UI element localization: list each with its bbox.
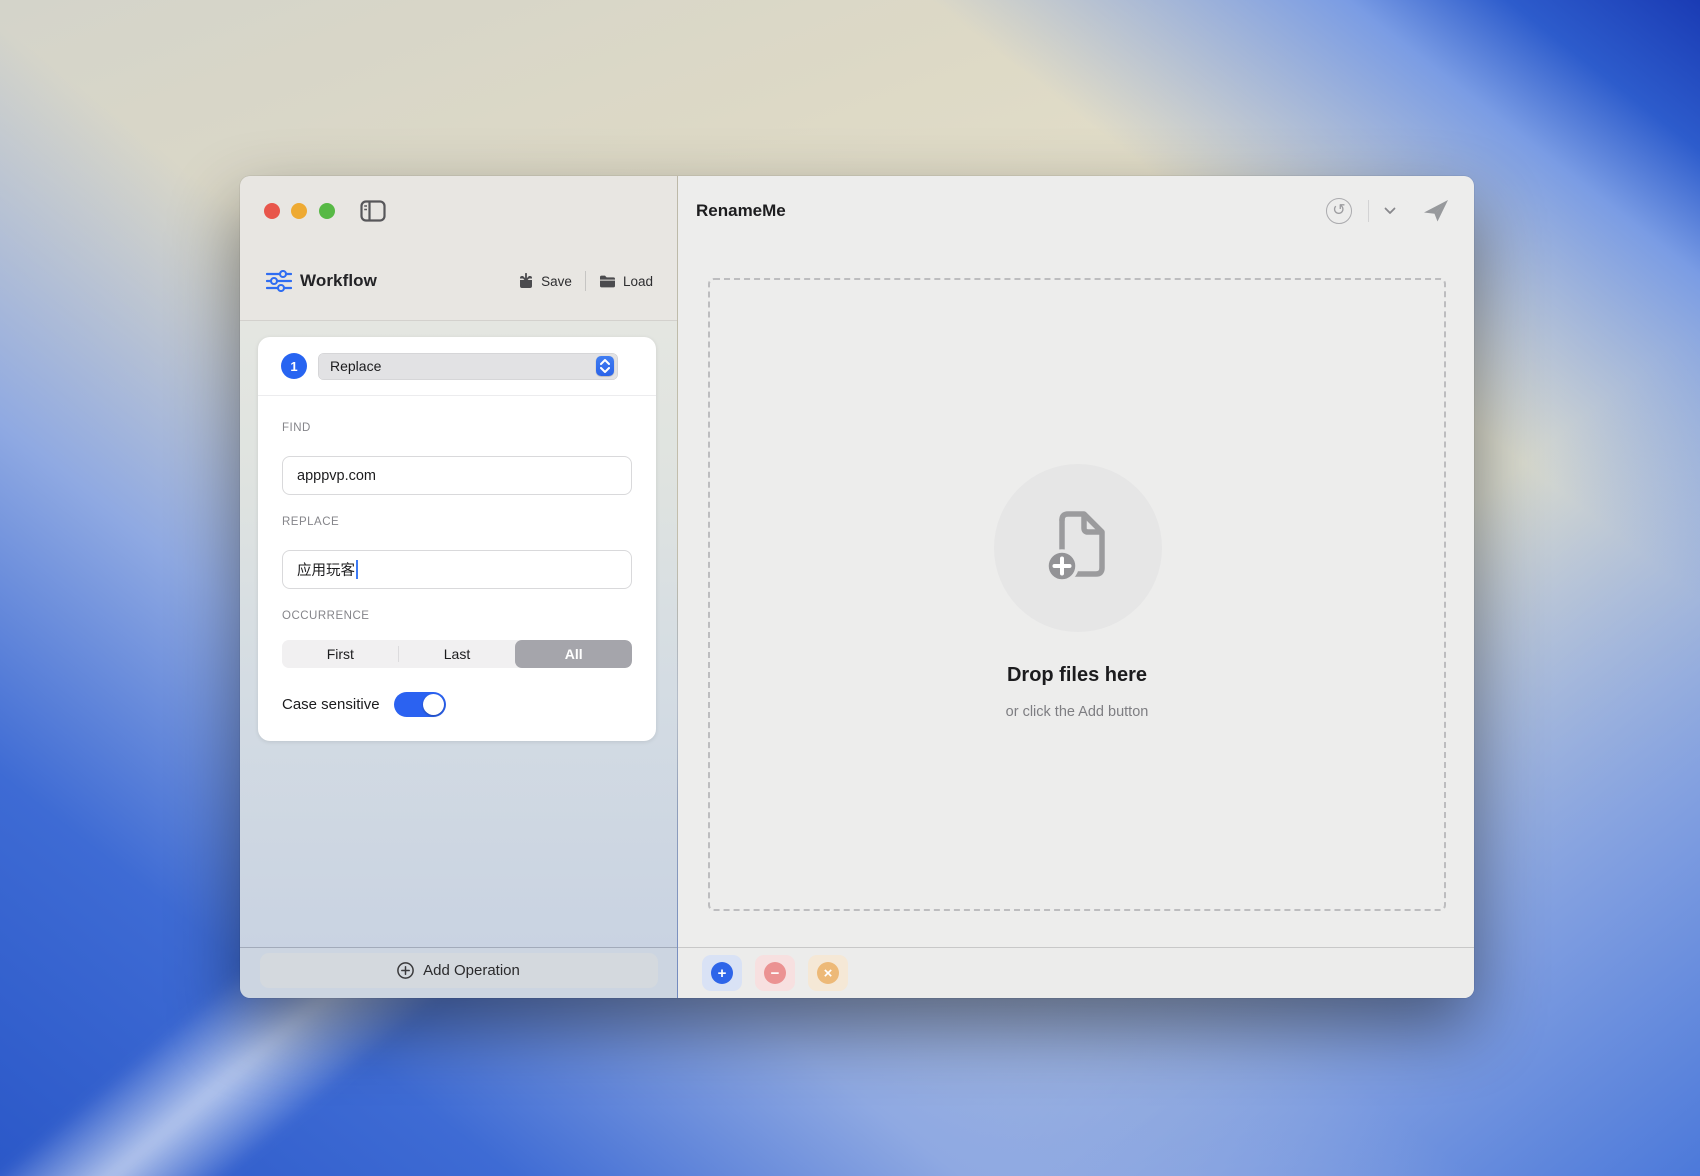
undo-button[interactable]: ↺: [1326, 198, 1352, 224]
chevron-down-icon: [1384, 207, 1396, 214]
case-sensitive-row: Case sensitive: [282, 692, 632, 717]
cross-icon: ×: [817, 962, 839, 984]
workflow-header: Workflow: [266, 270, 377, 292]
operation-card-body: FIND apppvp.com REPLACE 应用玩客 OCCURRENCE …: [258, 422, 656, 717]
case-sensitive-toggle[interactable]: [393, 692, 446, 717]
occurrence-option-last[interactable]: Last: [399, 640, 516, 668]
clear-files-button[interactable]: ×: [808, 955, 848, 991]
sidebar-header: Workflow Save Load: [240, 176, 677, 321]
case-sensitive-label: Case sensitive: [282, 696, 380, 713]
find-value: apppvp.com: [297, 467, 376, 484]
remove-files-button[interactable]: −: [755, 955, 795, 991]
sidebar-content: 1 Replace FIND apppvp.com REPLACE 应用玩客 O…: [240, 321, 677, 947]
operation-card-header: 1 Replace: [258, 337, 656, 396]
zoom-button[interactable]: [319, 203, 335, 219]
sidebar-title: Workflow: [300, 271, 377, 290]
plus-circle-icon: [397, 962, 414, 979]
occurrence-segmented-control: First Last All: [282, 640, 632, 668]
occurrence-option-first[interactable]: First: [282, 640, 399, 668]
operation-type-value: Replace: [330, 358, 382, 374]
app-title: RenameMe: [696, 201, 786, 220]
sidebar-actions: Save Load: [518, 271, 653, 291]
file-dropzone[interactable]: Drop files here or click the Add button: [708, 278, 1446, 911]
sidebar-toggle-icon: [360, 200, 386, 222]
document-add-icon: [1045, 511, 1105, 583]
add-operation-button[interactable]: Add Operation: [259, 953, 658, 988]
sidebar: Workflow Save Load 1 Replace FIND apppvp…: [240, 176, 678, 998]
folder-icon: [599, 275, 615, 287]
actions-divider: [584, 271, 586, 291]
operation-card: 1 Replace FIND apppvp.com REPLACE 应用玩客 O…: [258, 337, 656, 741]
select-stepper-icon: [596, 356, 614, 376]
replace-label: REPLACE: [282, 516, 340, 528]
load-workflow-button[interactable]: Load: [599, 274, 653, 289]
text-cursor: [356, 560, 358, 579]
replace-value: 应用玩客: [297, 563, 355, 579]
send-icon: [1424, 200, 1448, 222]
minimize-button[interactable]: [291, 203, 307, 219]
toggle-knob: [422, 694, 444, 715]
minus-icon: −: [764, 962, 786, 984]
run-button[interactable]: [1423, 198, 1449, 224]
load-label: Load: [622, 273, 653, 289]
sidebar-footer: Add Operation: [240, 947, 677, 998]
dropzone-subtitle: or click the Add button: [1005, 704, 1149, 720]
find-label: FIND: [282, 422, 311, 434]
plus-icon: +: [711, 962, 733, 984]
close-button[interactable]: [264, 203, 280, 219]
header-divider: [1368, 200, 1369, 222]
main-pane: RenameMe ↺ Drop files here or click the …: [678, 176, 1474, 998]
menu-dropdown-button[interactable]: [1379, 200, 1401, 222]
save-label: Save: [541, 273, 572, 289]
occurrence-option-all[interactable]: All: [515, 640, 632, 668]
sliders-icon: [266, 270, 292, 292]
undo-icon: ↺: [1332, 202, 1346, 219]
sidebar-toggle-button[interactable]: [358, 198, 388, 224]
header-actions: ↺: [1326, 197, 1449, 225]
save-icon: [520, 273, 533, 288]
renameme-window: Workflow Save Load 1 Replace FIND apppvp…: [240, 176, 1474, 998]
find-input[interactable]: apppvp.com: [282, 456, 632, 495]
dropzone-circle: [994, 464, 1162, 632]
occurrence-label: OCCURRENCE: [282, 610, 370, 622]
dropzone-title: Drop files here: [1006, 664, 1148, 686]
add-files-button[interactable]: +: [702, 955, 742, 991]
save-workflow-button[interactable]: Save: [518, 273, 572, 289]
main-footer: + − ×: [678, 947, 1474, 998]
step-number-badge: 1: [281, 353, 307, 379]
add-operation-label: Add Operation: [423, 962, 520, 979]
replace-input[interactable]: 应用玩客: [282, 550, 632, 589]
operation-type-select[interactable]: Replace: [318, 352, 618, 380]
